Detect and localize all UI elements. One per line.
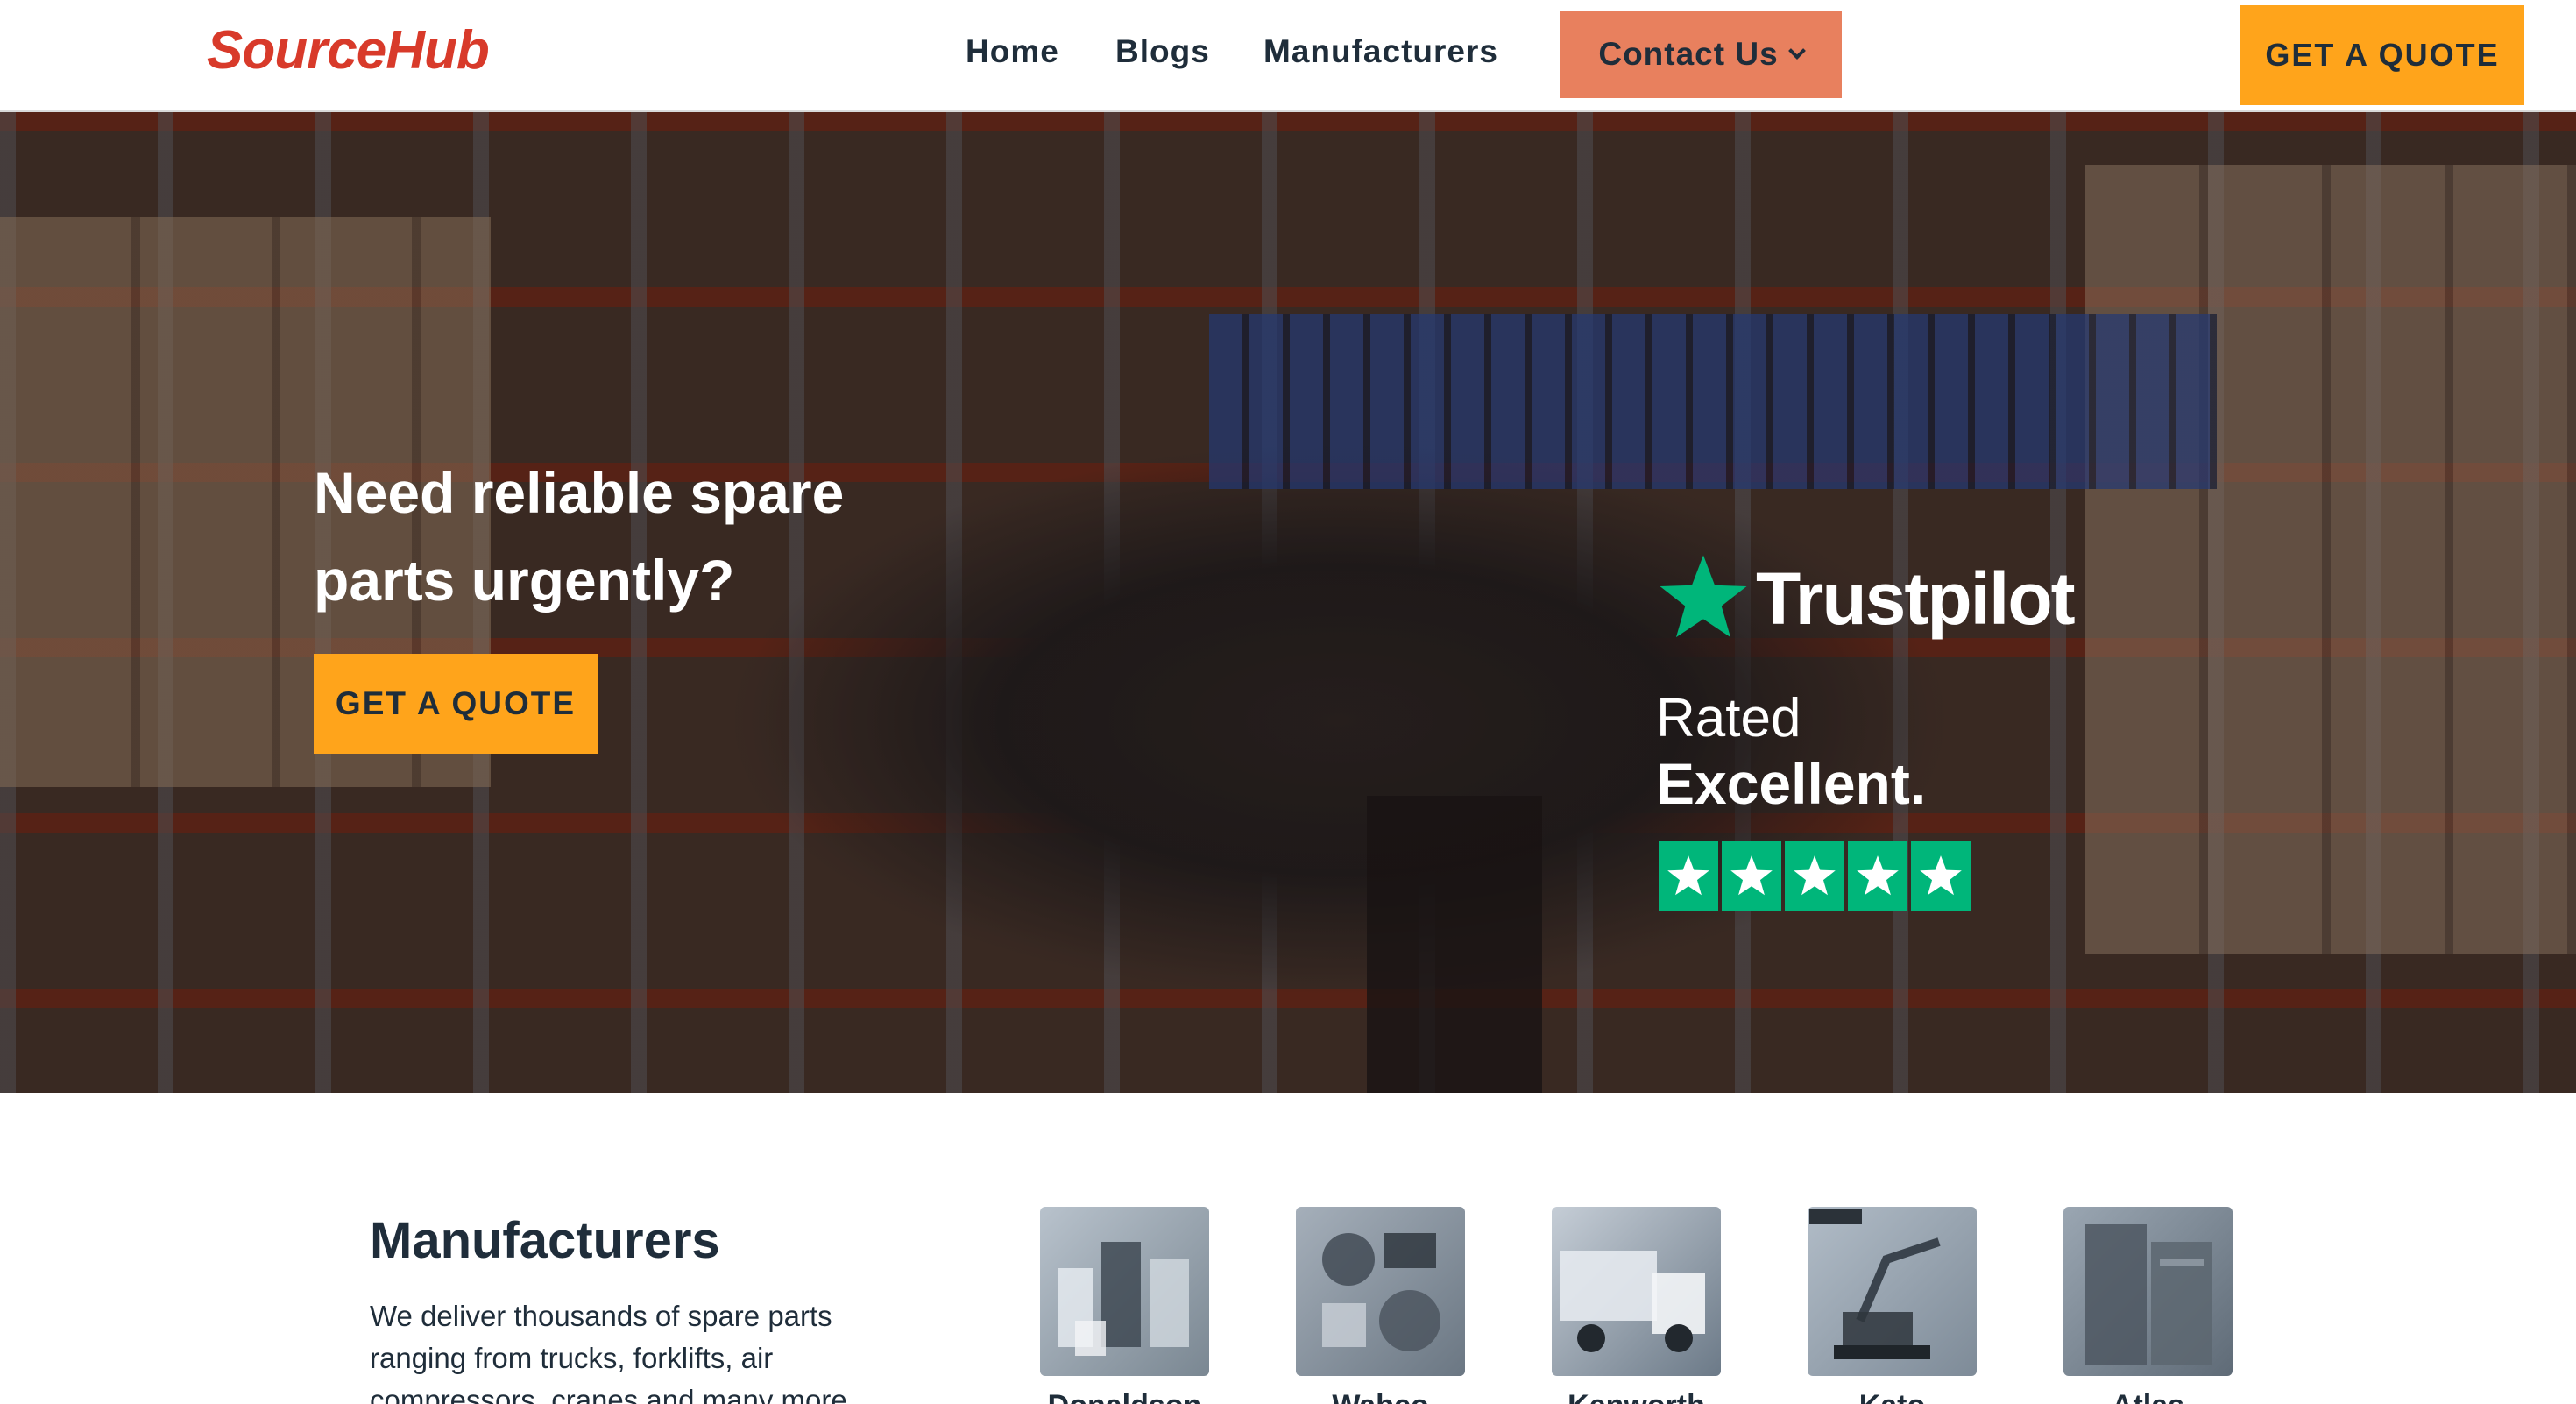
manufacturer-label[interactable]: Atlas bbox=[2063, 1389, 2233, 1404]
trustpilot-rated-label: Rated bbox=[1656, 688, 1801, 748]
chevron-down-icon bbox=[1787, 42, 1806, 60]
contact-us-label: Contact Us bbox=[1598, 36, 1779, 72]
hero-title: Need reliable spare parts urgently? bbox=[314, 460, 845, 613]
trustpilot-brand: Trustpilot bbox=[1756, 557, 2076, 640]
manufacturer-card-kenworth[interactable] bbox=[1552, 1207, 1721, 1376]
filters-image bbox=[1058, 1242, 1189, 1356]
manufacturer-label[interactable]: Kenworth bbox=[1552, 1389, 1721, 1404]
trustpilot-rating-word: Excellent. bbox=[1656, 751, 1927, 816]
compressor-image bbox=[2085, 1224, 2212, 1365]
contact-us-dropdown[interactable]: Contact Us bbox=[1560, 11, 1842, 98]
truck-image bbox=[1560, 1251, 1705, 1352]
trustpilot-logo[interactable]: Trustpilot bbox=[1656, 550, 2076, 647]
trustpilot-star-icon bbox=[1660, 555, 1747, 638]
nav-manufacturers[interactable]: Manufacturers bbox=[1263, 33, 1498, 70]
manufacturer-label[interactable]: Donaldson bbox=[1040, 1389, 1209, 1404]
manufacturers-description: We deliver thousands of spare parts rang… bbox=[370, 1300, 847, 1404]
trustpilot-star-rating bbox=[1659, 841, 1971, 911]
star-icon bbox=[1911, 841, 1971, 911]
site-header: SourceHub Home Blogs Manufacturers Conta… bbox=[0, 0, 2576, 112]
excavator-image bbox=[1809, 1209, 1941, 1359]
star-icon bbox=[1722, 841, 1781, 911]
site-logo[interactable]: SourceHub bbox=[207, 19, 490, 82]
star-icon bbox=[1785, 841, 1844, 911]
manufacturer-card-kato[interactable] bbox=[1808, 1207, 1977, 1376]
nav-blogs[interactable]: Blogs bbox=[1115, 33, 1210, 70]
star-icon bbox=[1848, 841, 1907, 911]
nav-home[interactable]: Home bbox=[966, 33, 1059, 70]
manufacturer-card-wabco[interactable] bbox=[1296, 1207, 1465, 1376]
get-quote-button-header[interactable]: GET A QUOTE bbox=[2240, 5, 2524, 105]
manufacturer-card-atlas[interactable] bbox=[2063, 1207, 2233, 1376]
manufacturers-heading: Manufacturers bbox=[370, 1212, 720, 1269]
manufacturer-label[interactable]: Kato bbox=[1808, 1389, 1977, 1404]
manufacturer-card-donaldson[interactable] bbox=[1040, 1207, 1209, 1376]
manufacturer-label[interactable]: Wabco bbox=[1296, 1389, 1465, 1404]
get-quote-button-hero[interactable]: GET A QUOTE bbox=[314, 654, 598, 754]
brake-parts-image bbox=[1322, 1233, 1440, 1351]
star-icon bbox=[1659, 841, 1718, 911]
